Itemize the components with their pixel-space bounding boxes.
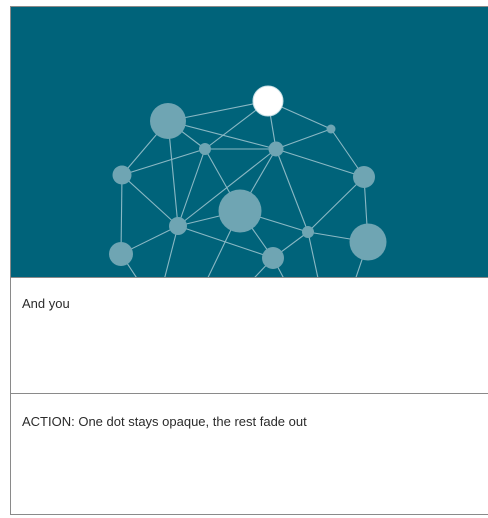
- highlighted-node: [252, 85, 284, 117]
- network-node: [326, 124, 336, 134]
- network-nodes: [109, 85, 387, 269]
- network-node: [349, 223, 387, 261]
- network-node: [268, 141, 284, 157]
- network-node: [353, 166, 375, 188]
- network-node: [112, 165, 132, 185]
- network-node: [302, 226, 314, 238]
- network-node: [169, 217, 187, 235]
- network-node: [150, 103, 186, 139]
- edge: [307, 231, 319, 277]
- edge: [275, 148, 309, 233]
- action-panel: ACTION: One dot stays opaque, the rest f…: [11, 394, 488, 516]
- caption-text: And you: [22, 296, 70, 311]
- edge: [307, 176, 365, 233]
- network-node: [109, 242, 133, 266]
- action-text: ACTION: One dot stays opaque, the rest f…: [22, 414, 307, 429]
- edge: [177, 148, 206, 227]
- network-illustration: [11, 7, 488, 277]
- edge: [275, 148, 365, 178]
- edge: [275, 128, 332, 150]
- edge: [121, 174, 179, 227]
- network-node: [218, 189, 262, 233]
- caption-panel: And you: [11, 277, 488, 394]
- network-graph: [109, 85, 387, 277]
- edge: [121, 148, 206, 176]
- network-node: [262, 247, 284, 269]
- network-node: [199, 143, 211, 155]
- storyboard-frame: And you ACTION: One dot stays opaque, th…: [10, 6, 488, 515]
